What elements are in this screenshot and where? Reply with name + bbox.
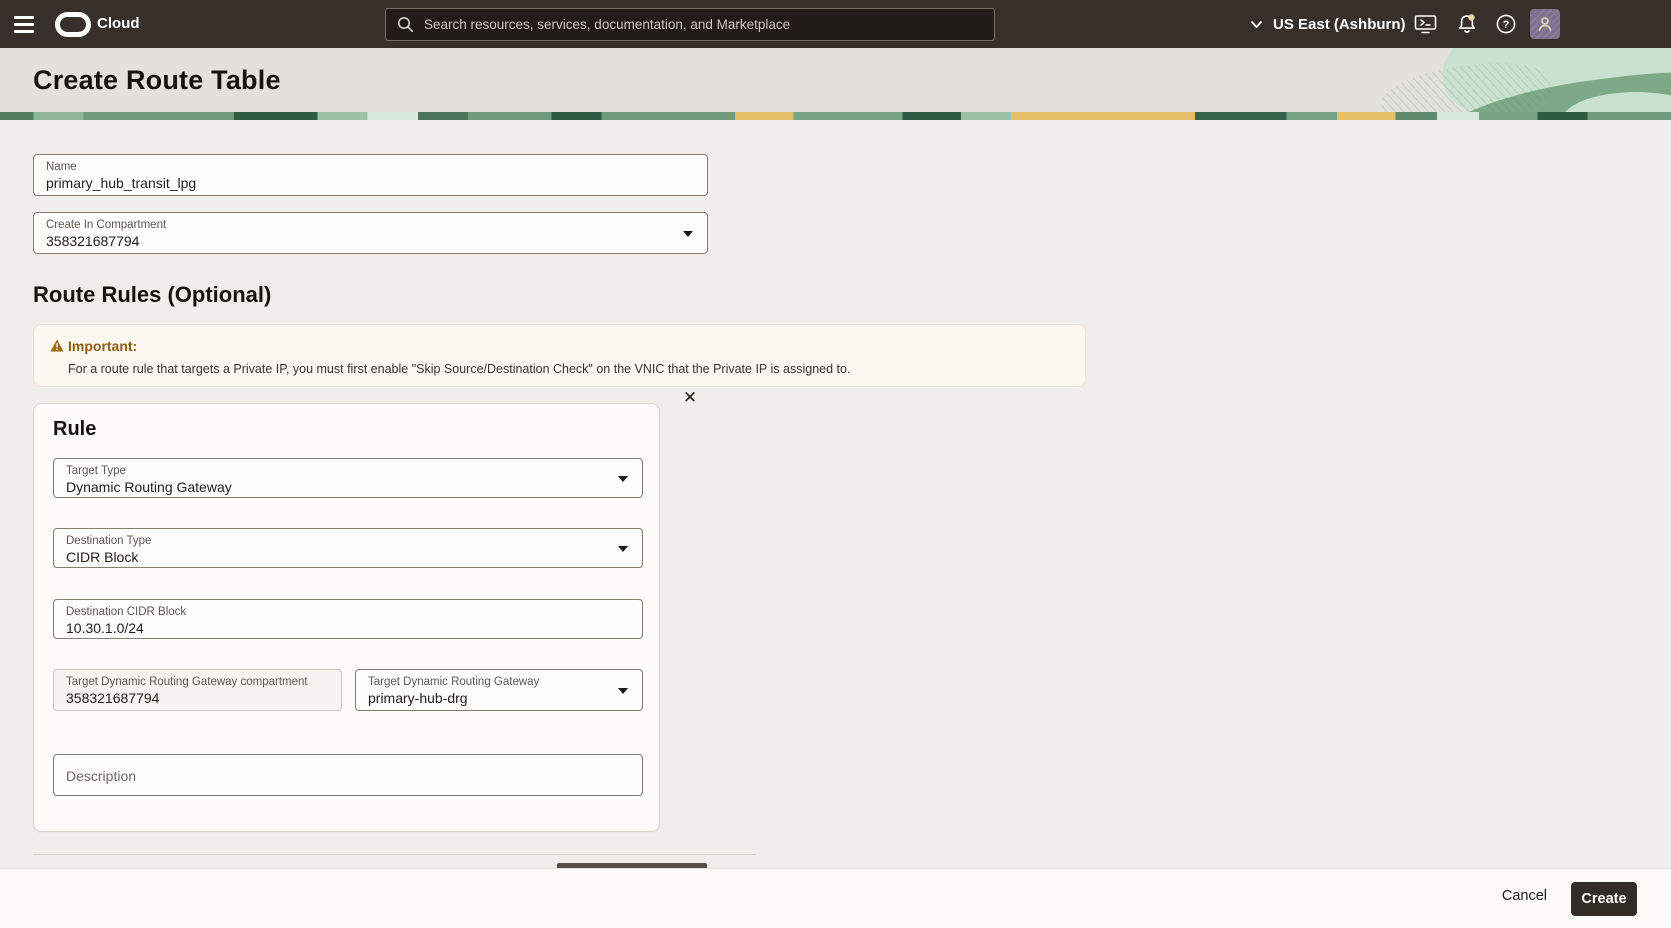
destination-type-label: Destination Type — [66, 534, 630, 548]
compartment-select-value: 358321687794 — [46, 232, 695, 250]
route-rules-heading: Route Rules (Optional) — [33, 282, 271, 308]
help-button[interactable]: ? — [1495, 0, 1517, 48]
drg-select[interactable]: Target Dynamic Routing Gateway primary-h… — [355, 669, 643, 711]
important-notice: Important: For a route rule that targets… — [33, 324, 1086, 387]
console-monitor-icon — [1414, 14, 1437, 35]
drg-compartment-label: Target Dynamic Routing Gateway compartme… — [66, 675, 329, 689]
destination-type-value: CIDR Block — [66, 548, 630, 566]
destination-cidr-value: 10.30.1.0/24 — [66, 619, 630, 637]
create-button[interactable]: Create — [1571, 882, 1637, 916]
important-notice-body: For a route rule that targets a Private … — [68, 362, 850, 376]
decorative-banner-art — [1361, 48, 1671, 112]
target-type-value: Dynamic Routing Gateway — [66, 478, 630, 496]
warning-triangle-icon — [50, 339, 64, 352]
brand-label: Cloud — [97, 0, 140, 48]
destination-type-select[interactable]: Destination Type CIDR Block — [53, 528, 643, 568]
bell-icon — [1456, 13, 1478, 35]
oracle-logo-icon[interactable] — [55, 12, 91, 37]
destination-cidr-label: Destination CIDR Block — [66, 605, 630, 619]
section-divider — [33, 854, 756, 855]
hamburger-menu-icon[interactable] — [14, 12, 40, 36]
compartment-select[interactable]: Create In Compartment 358321687794 — [33, 212, 708, 254]
drg-compartment-value: 358321687794 — [66, 689, 329, 707]
rule-heading: Rule — [53, 418, 96, 441]
region-selector[interactable]: US East (Ashburn) — [1249, 0, 1406, 48]
route-rule-card: Rule Target Type Dynamic Routing Gateway… — [33, 403, 660, 832]
important-notice-title: Important: — [68, 338, 137, 354]
name-field-label: Name — [46, 160, 695, 174]
remove-rule-close-icon[interactable]: ✕ — [680, 388, 700, 408]
drg-select-value: primary-hub-drg — [368, 689, 630, 707]
cloud-shell-button[interactable] — [1414, 0, 1437, 48]
dropdown-caret-icon — [618, 688, 628, 694]
cancel-button[interactable]: Cancel — [1502, 888, 1547, 904]
description-placeholder: Description — [66, 768, 136, 784]
compartment-select-label: Create In Compartment — [46, 218, 695, 232]
target-type-label: Target Type — [66, 464, 630, 478]
user-avatar[interactable] — [1530, 9, 1560, 39]
page-title: Create Route Table — [33, 65, 281, 96]
dropdown-caret-icon — [618, 546, 628, 552]
name-field-value: primary_hub_transit_lpg — [46, 174, 695, 192]
region-label: US East (Ashburn) — [1273, 16, 1406, 33]
svg-text:?: ? — [1503, 19, 1510, 31]
chevron-down-icon — [1249, 17, 1264, 32]
action-footer: Cancel Create — [0, 868, 1671, 928]
global-search-input[interactable]: Search resources, services, documentatio… — [385, 8, 995, 41]
target-type-select[interactable]: Target Type Dynamic Routing Gateway — [53, 458, 643, 498]
notifications-button[interactable] — [1456, 0, 1478, 48]
top-navigation-bar: Cloud Search resources, services, docume… — [0, 0, 1671, 48]
decorative-pattern-strip — [0, 112, 1671, 120]
drg-compartment-field[interactable]: Target Dynamic Routing Gateway compartme… — [53, 669, 342, 711]
name-field[interactable]: Name primary_hub_transit_lpg — [33, 154, 708, 196]
description-field[interactable]: Description — [53, 754, 643, 796]
create-route-table-page: Cloud Search resources, services, docume… — [0, 0, 1671, 928]
page-title-band: Create Route Table — [0, 48, 1671, 112]
destination-cidr-field[interactable]: Destination CIDR Block 10.30.1.0/24 — [53, 599, 643, 639]
search-icon — [397, 16, 414, 33]
main-content: Name primary_hub_transit_lpg Create In C… — [0, 120, 1671, 868]
dropdown-caret-icon — [683, 231, 693, 237]
notification-badge-dot — [1468, 14, 1474, 20]
search-placeholder: Search resources, services, documentatio… — [424, 17, 790, 32]
drg-select-label: Target Dynamic Routing Gateway — [368, 675, 630, 689]
person-icon — [1537, 16, 1553, 32]
dropdown-caret-icon — [618, 476, 628, 482]
help-icon: ? — [1495, 13, 1517, 35]
